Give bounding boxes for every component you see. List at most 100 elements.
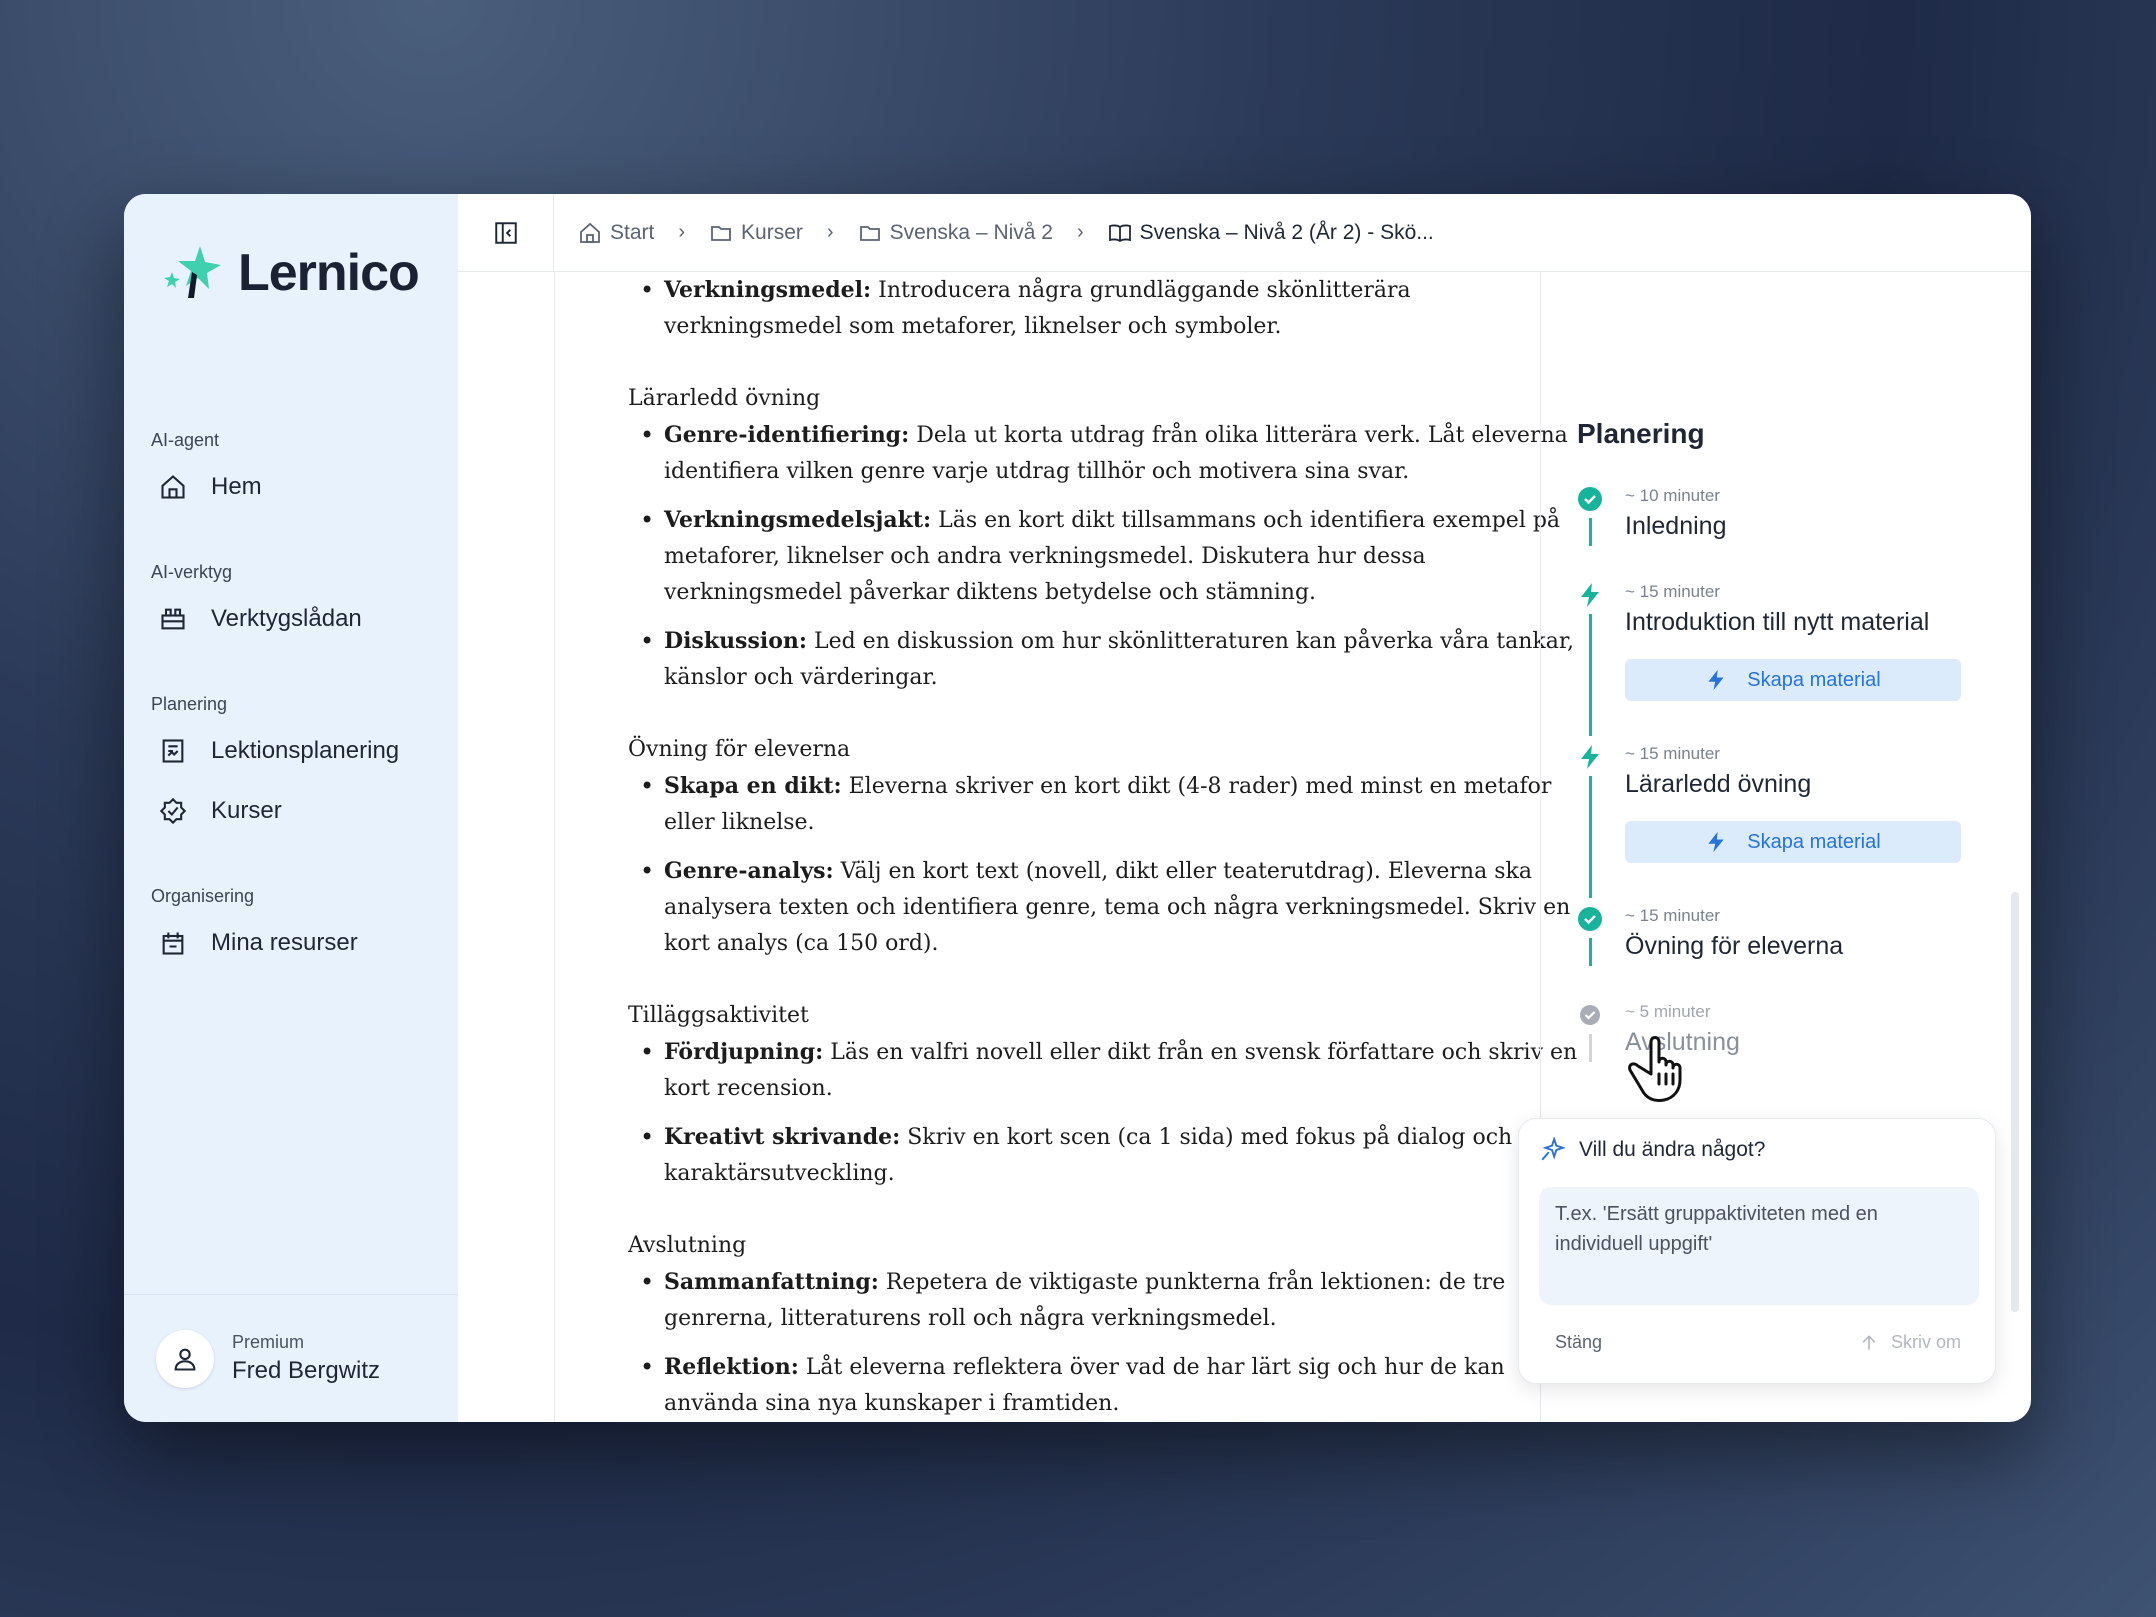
item-term: Diskussion:: [664, 628, 807, 654]
book-icon: [1108, 223, 1131, 242]
timeline-line: [1589, 518, 1592, 546]
lightning-icon: [1581, 583, 1599, 607]
sidebar-item-label: Lektionsplanering: [211, 737, 400, 764]
list-item: Reflektion: Låt eleverna reflektera över…: [628, 1349, 1588, 1422]
edit-title: Vill du ändra något?: [1579, 1138, 1766, 1161]
app-window: Lernico AI-agent Hem AI-verktyg Verktygs…: [124, 194, 2031, 1422]
sidebar-item-label: Hem: [211, 473, 262, 500]
sidebar-item-label: Kurser: [211, 797, 282, 824]
list-item: Fördjupning: Läs en valfri novell eller …: [628, 1034, 1588, 1107]
section-list: Sammanfattning: Repetera de viktigaste p…: [628, 1264, 1588, 1422]
list-item: Genre-identifiering: Dela ut korta utdra…: [628, 417, 1588, 490]
lightning-icon: [1581, 745, 1599, 769]
sidebar-item-verktygsladan[interactable]: Verktygslådan: [159, 599, 362, 639]
pending-check-icon: [1580, 1005, 1600, 1025]
planning-step-lararledd[interactable]: ~ 15 minuter Lärarledd övning Skapa mate…: [1577, 744, 1997, 906]
breadcrumb-separator-icon: ›: [826, 221, 834, 243]
item-term: Reflektion:: [664, 1354, 799, 1380]
resources-icon: [162, 932, 184, 955]
list-item: Skapa en dikt: Eleverna skriver en kort …: [628, 768, 1588, 841]
step-time: ~ 15 minuter: [1625, 582, 1720, 601]
list-item: Genre-analys: Välj en kort text (novell,…: [628, 853, 1588, 962]
section-list: Skapa en dikt: Eleverna skriver en kort …: [628, 768, 1588, 962]
breadcrumb-separator-icon: ›: [1076, 221, 1084, 243]
sidebar-item-label: Mina resurser: [211, 929, 358, 956]
list-item: Verkningsmedel: Introducera några grundl…: [628, 272, 1588, 345]
planning-step-ovning[interactable]: ~ 15 minuter Övning för eleverna: [1577, 906, 1997, 1002]
nav-section-ai-verktyg: AI-verktyg Verktygslådan: [151, 562, 362, 659]
step-time: ~ 15 minuter: [1625, 744, 1720, 763]
planning-timeline: ~ 10 minuter Inledning ~ 15 minuter Intr…: [1577, 486, 1997, 1082]
nav-section-organisering: Organisering Mina resurser: [151, 886, 358, 983]
list-item: Diskussion: Led en diskussion om hur skö…: [628, 623, 1588, 696]
edit-header: Vill du ändra något?: [1539, 1137, 1765, 1163]
sidebar-item-kurser[interactable]: Kurser: [159, 791, 399, 831]
item-term: Genre-analys:: [664, 858, 834, 884]
section-heading: Lärarledd övning: [628, 386, 821, 411]
item-term: Verkningsmedelsjakt:: [664, 507, 932, 533]
list-item: Kreativt skrivande: Skriv en kort scen (…: [628, 1119, 1588, 1192]
check-circle-icon: [1578, 487, 1602, 511]
step-time: ~ 5 minuter: [1625, 1002, 1711, 1021]
button-label: Skapa material: [1747, 830, 1881, 853]
logo-mark-icon: [164, 246, 221, 298]
folder-icon: [711, 225, 731, 241]
topbar: Start › Kurser › Svenska – Nivå 2 › Sven…: [458, 194, 2031, 272]
user-icon: [174, 1348, 196, 1371]
step-time: ~ 15 minuter: [1625, 906, 1720, 925]
lesson-plan-icon: [162, 739, 184, 763]
edit-input[interactable]: T.ex. 'Ersätt gruppaktiviteten med en in…: [1539, 1187, 1979, 1305]
nav-section-label: AI-verktyg: [151, 562, 233, 582]
sidebar-item-hem[interactable]: Hem: [159, 467, 262, 507]
nav-section-planering: Planering Lektionsplanering Kurser: [151, 694, 399, 851]
list-item: Verkningsmedelsjakt: Läs en kort dikt ti…: [628, 502, 1588, 611]
intro-list: Verkningsmedel: Introducera några grundl…: [628, 272, 1588, 345]
user-plan: Premium: [232, 1332, 305, 1352]
breadcrumb-kurser[interactable]: Kurser: [709, 221, 803, 245]
planning-step-inledning[interactable]: ~ 10 minuter Inledning: [1577, 486, 1997, 582]
toolbox-icon: [161, 608, 185, 630]
section-heading: Övning för eleverna: [628, 737, 851, 762]
lightning-icon: [1708, 831, 1724, 853]
create-material-button[interactable]: Skapa material: [1625, 821, 1961, 863]
step-title: Övning för eleverna: [1625, 932, 1844, 960]
breadcrumb-label: Start: [610, 220, 655, 244]
section-heading: Tilläggsaktivitet: [628, 1003, 809, 1028]
hand-cursor-icon: [1628, 1036, 1682, 1102]
step-title: Lärarledd övning: [1625, 770, 1812, 798]
magic-sparkle-icon: [1541, 1137, 1565, 1161]
rewrite-label: Skriv om: [1890, 1332, 1961, 1352]
panel-scrollbar[interactable]: [2011, 892, 2019, 1312]
rewrite-button[interactable]: Skriv om: [1859, 1332, 1961, 1353]
sidebar-item-label: Verktygslådan: [211, 605, 362, 632]
create-material-button[interactable]: Skapa material: [1625, 659, 1961, 701]
item-term: Kreativt skrivande:: [664, 1124, 901, 1150]
lesson-content: Verkningsmedel: Introducera några grundl…: [628, 272, 1588, 1422]
breadcrumb-start[interactable]: Start: [578, 221, 654, 245]
nav-section-ai-agent: AI-agent Hem: [151, 430, 262, 527]
breadcrumb-label: Svenska – Nivå 2 (År 2) - Skö...: [1139, 220, 1434, 244]
sidebar-item-lektionsplanering[interactable]: Lektionsplanering: [159, 731, 399, 771]
step-title: Introduktion till nytt material: [1625, 608, 1930, 636]
breadcrumb-label: Svenska – Nivå 2: [889, 220, 1053, 244]
user-name: Fred Bergwitz: [232, 1357, 381, 1384]
planning-step-introduktion[interactable]: ~ 15 minuter Introduktion till nytt mate…: [1577, 582, 1997, 744]
user-card[interactable]: Premium Fred Bergwitz: [124, 1294, 458, 1422]
breadcrumb-separator-icon: ›: [678, 221, 686, 243]
nav-section-label: AI-agent: [151, 430, 220, 450]
sidebar-item-mina-resurser[interactable]: Mina resurser: [159, 923, 358, 963]
step-time: ~ 10 minuter: [1625, 486, 1720, 505]
sidebar-toggle-button[interactable]: [458, 194, 554, 272]
timeline-line: [1589, 614, 1592, 736]
item-term: Fördjupning:: [664, 1039, 824, 1065]
item-term: Skapa en dikt:: [664, 773, 842, 799]
nav-section-label: Planering: [151, 694, 228, 714]
avatar: [156, 1329, 214, 1388]
check-circle-icon: [1578, 907, 1602, 931]
close-button[interactable]: Stäng: [1555, 1332, 1602, 1353]
breadcrumb-lesson[interactable]: Svenska – Nivå 2 (År 2) - Skö...: [1108, 221, 1434, 245]
breadcrumb-course[interactable]: Svenska – Nivå 2: [858, 221, 1053, 245]
breadcrumb-label: Kurser: [741, 220, 803, 244]
home-icon: [580, 222, 600, 243]
logo[interactable]: Lernico: [164, 242, 420, 304]
